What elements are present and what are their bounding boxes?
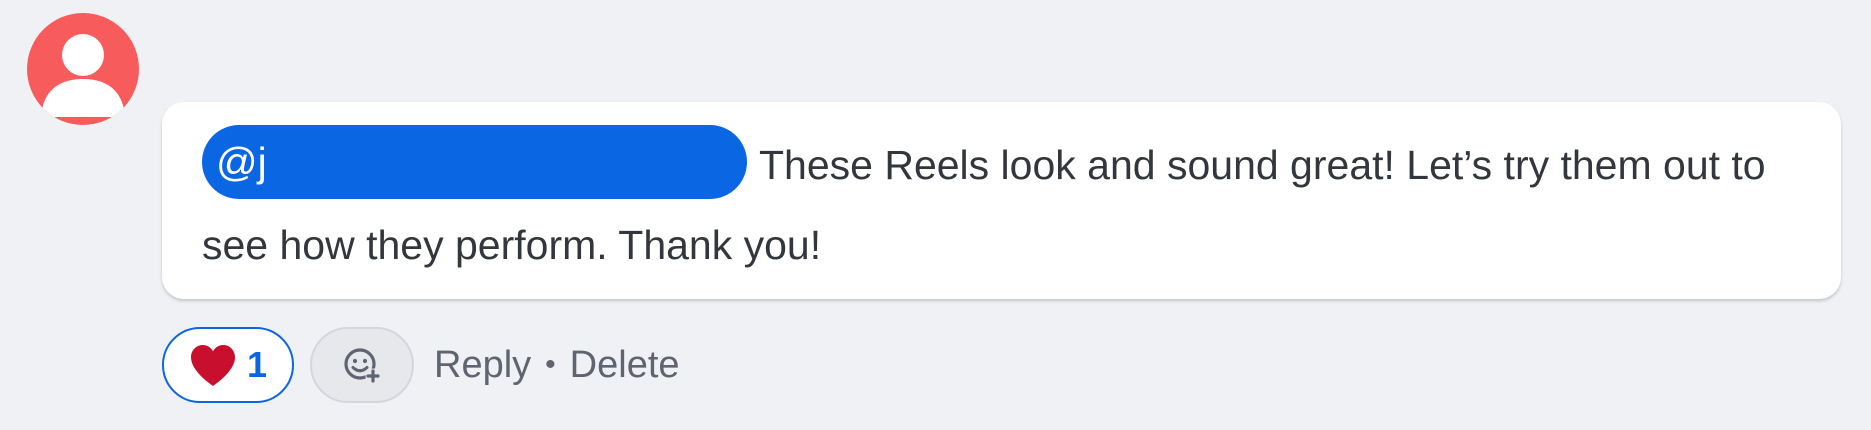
comment-actions: 1 Reply • Delete xyxy=(162,325,680,405)
comment-bubble: @j These Reels look and sound great! Let’… xyxy=(162,102,1841,299)
delete-link[interactable]: Delete xyxy=(570,344,680,387)
avatar[interactable] xyxy=(27,13,139,125)
like-count: 1 xyxy=(246,344,268,385)
add-reaction-icon xyxy=(344,348,381,384)
separator-dot: • xyxy=(545,348,556,381)
comment-body: @j These Reels look and sound great! Let’… xyxy=(202,125,1801,285)
reply-link[interactable]: Reply xyxy=(434,344,531,387)
heart-icon xyxy=(190,345,235,386)
mention-tag[interactable]: @j xyxy=(202,125,747,199)
like-reaction-button[interactable]: 1 xyxy=(162,327,294,403)
default-user-icon xyxy=(41,34,125,117)
add-reaction-button[interactable] xyxy=(310,327,414,403)
